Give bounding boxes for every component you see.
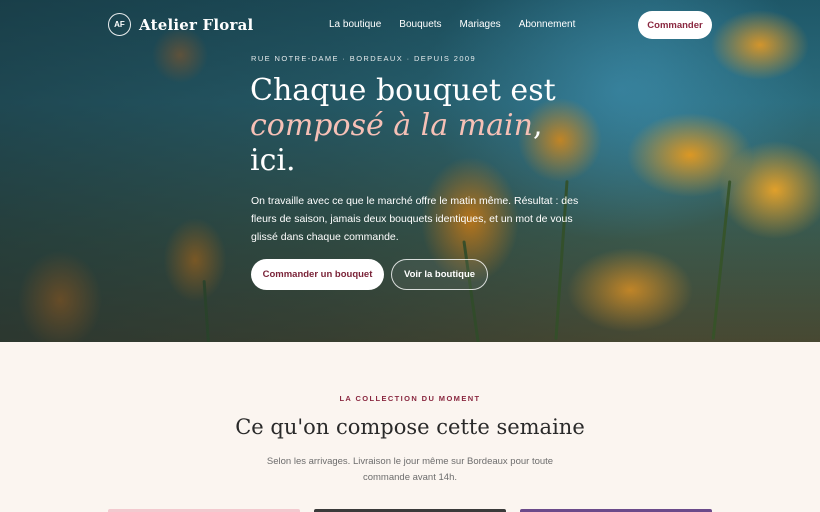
nav-link-mariages[interactable]: Mariages: [460, 19, 501, 30]
collection-eyebrow: LA COLLECTION DU MOMENT: [339, 394, 481, 403]
headline-comma: ,: [532, 108, 543, 143]
logo-monogram: AF: [108, 13, 131, 36]
headline-line-1: Chaque bouquet est: [250, 73, 556, 108]
main-nav: La boutique Bouquets Mariages Abonnement: [329, 19, 575, 30]
hero-eyebrow: RUE NOTRE-DAME · BORDEAUX · DEPUIS 2009: [251, 54, 477, 63]
brand-name: Atelier Floral: [139, 15, 254, 34]
order-button[interactable]: Commander: [638, 11, 712, 39]
nav-link-abonnement[interactable]: Abonnement: [519, 19, 576, 30]
view-shop-button[interactable]: Voir la boutique: [391, 259, 488, 290]
headline-line-3: ici.: [250, 143, 296, 178]
collection-subtitle: Selon les arrivages. Livraison le jour m…: [266, 456, 554, 483]
collection-title: Ce qu'on compose cette semaine: [235, 415, 585, 439]
brand-logo[interactable]: AF Atelier Floral: [108, 13, 253, 36]
nav-link-bouquets[interactable]: Bouquets: [399, 19, 441, 30]
hero-description: On travaille avec ce que le marché offre…: [251, 195, 579, 243]
order-bouquet-button[interactable]: Commander un bouquet: [251, 259, 384, 290]
headline-emphasis: composé à la main: [250, 108, 533, 143]
collection-section: LA COLLECTION DU MOMENT Ce qu'on compose…: [0, 342, 820, 512]
hero-headline: Chaque bouquet est composé à la main, ici.: [250, 73, 580, 178]
nav-link-boutique[interactable]: La boutique: [329, 19, 381, 30]
